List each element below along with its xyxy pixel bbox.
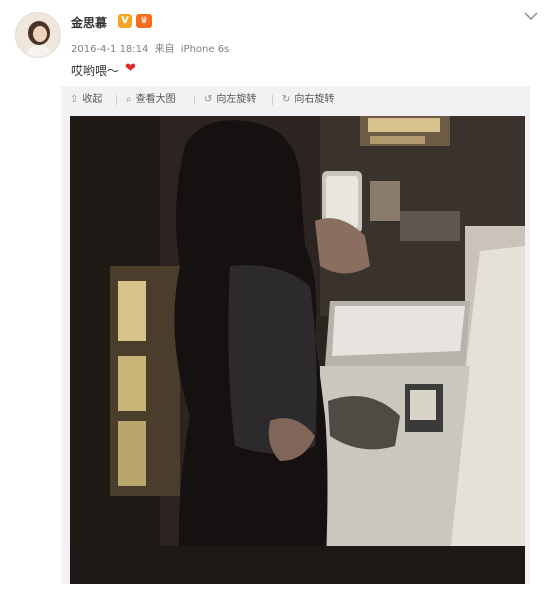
mirror-selfie-image (70, 116, 525, 584)
post-time[interactable]: 2016-4-1 18:14 (71, 44, 148, 55)
rotate-left-icon: ↺ (204, 94, 213, 105)
toolbar-divider (194, 95, 195, 105)
collapse-label: 收起 (82, 94, 103, 105)
chevron-down-icon[interactable] (522, 10, 540, 24)
red-heart-icon: ❤ (125, 61, 136, 76)
weibo-post-card: 金思慕 V ♛ 2016-4-1 18:14 来自 iPhone 6s 哎哟喂～… (0, 0, 550, 590)
post-meta: 2016-4-1 18:14 来自 iPhone 6s (71, 40, 232, 55)
view-large-label: 查看大图 (135, 94, 176, 105)
rotate-right-icon: ↻ (282, 94, 291, 105)
avatar-photo (16, 13, 60, 57)
view-large-button[interactable]: ⌕ 查看大图 (126, 92, 176, 108)
rotate-right-button[interactable]: ↻ 向右旋转 (282, 92, 334, 108)
source-device[interactable]: iPhone 6s (181, 44, 230, 55)
toolbar-divider (116, 95, 117, 105)
rotate-right-label: 向右旋转 (294, 94, 335, 105)
user-name[interactable]: 金思慕 (71, 14, 107, 31)
user-avatar[interactable] (15, 12, 61, 58)
toolbar-divider (272, 95, 273, 105)
post-text: 哎哟喂～ (71, 64, 120, 78)
collapse-button[interactable]: ⇧ 收起 (70, 92, 102, 108)
rotate-left-button[interactable]: ↺ 向左旋转 (204, 92, 256, 108)
source-prefix: 来自 (154, 44, 175, 55)
magnifier-icon: ⌕ (126, 94, 132, 105)
rotate-left-label: 向左旋转 (216, 94, 257, 105)
member-crown-icon: ♛ (136, 14, 152, 28)
post-photo[interactable] (70, 116, 525, 584)
verified-v-icon: V (118, 14, 132, 28)
collapse-up-icon: ⇧ (70, 94, 79, 105)
